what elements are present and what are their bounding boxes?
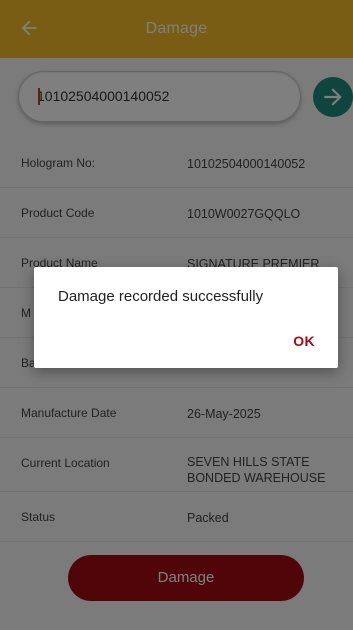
ok-button[interactable]: OK — [293, 333, 315, 349]
success-dialog: Damage recorded successfully OK — [34, 267, 338, 368]
dialog-message: Damage recorded successfully — [58, 288, 264, 305]
